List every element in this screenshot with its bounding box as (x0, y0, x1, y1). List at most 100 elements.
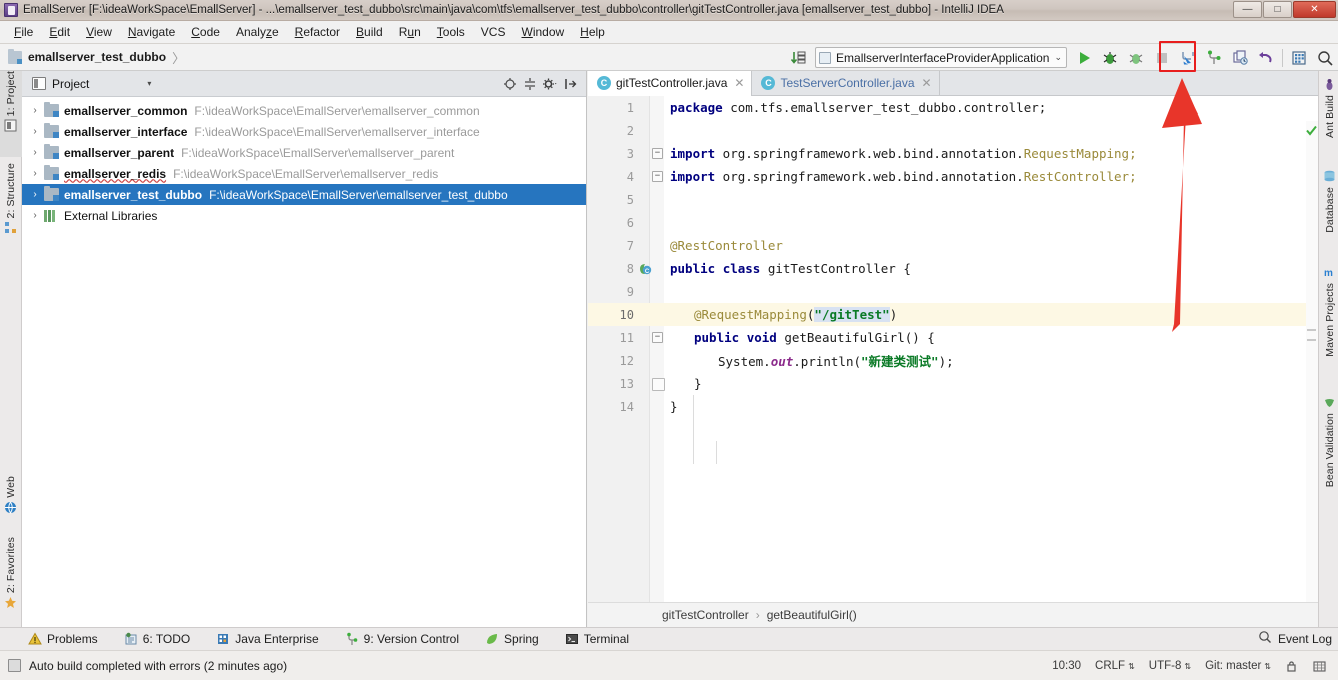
bottom-tab-version-control[interactable]: 9: Version Control (345, 632, 459, 646)
project-tree[interactable]: › emallserver_common F:\ideaWorkSpace\Em… (22, 97, 586, 226)
scroll-from-source-icon[interactable] (501, 75, 518, 92)
hide-panel-icon[interactable] (561, 75, 578, 92)
sidebar-item-favorites[interactable]: 2: Favorites (0, 537, 22, 627)
sidebar-item-database[interactable]: Database (1319, 167, 1338, 251)
chevron-right-icon[interactable]: › (28, 168, 42, 179)
code-editor[interactable]: 1 package com.tfs.emallserver_test_dubbo… (588, 96, 1318, 602)
caret-position-widget[interactable]: 10:30 (1045, 660, 1088, 672)
tree-row[interactable]: › emallserver_parent F:\ideaWorkSpace\Em… (22, 142, 586, 163)
menu-run[interactable]: Run (391, 23, 429, 41)
code-line[interactable]: 6 (588, 211, 1318, 234)
bottom-tab-java-enterprise[interactable]: Java Enterprise (216, 632, 318, 646)
event-log-button[interactable]: Event Log (1258, 627, 1332, 650)
menu-code[interactable]: Code (183, 23, 228, 41)
code-line[interactable]: 13 } (588, 372, 1318, 395)
tree-row[interactable]: › emallserver_interface F:\ideaWorkSpace… (22, 121, 586, 142)
run-configuration-selector[interactable]: EmallserverInterfaceProviderApplication … (815, 47, 1067, 68)
menu-analyze[interactable]: Analyze (228, 23, 287, 41)
bottom-tab-spring[interactable]: Spring (485, 632, 539, 646)
code-line[interactable]: 12 System.out.println("新建类测试"); (588, 349, 1318, 372)
menu-file[interactable]: File (6, 23, 41, 41)
build-status-icon[interactable] (8, 659, 21, 672)
collapse-all-icon[interactable] (521, 75, 538, 92)
update-project-icon[interactable] (1175, 46, 1201, 70)
close-icon[interactable]: ✕ (922, 77, 932, 89)
lock-icon[interactable] (1278, 659, 1305, 673)
file-encoding-widget[interactable]: UTF-8 ⇅ (1142, 660, 1198, 672)
tree-row[interactable]: › emallserver_redis F:\ideaWorkSpace\Ema… (22, 163, 586, 184)
chevron-down-icon[interactable]: ⌄ (1054, 52, 1062, 63)
menu-vcs[interactable]: VCS (473, 23, 514, 41)
code-line[interactable]: 4 − import org.springframework.web.bind.… (588, 165, 1318, 188)
sidebar-item-structure[interactable]: 2: Structure (0, 163, 22, 261)
chevron-right-icon[interactable]: › (28, 105, 42, 116)
tree-row-selected[interactable]: › emallserver_test_dubbo F:\ideaWorkSpac… (22, 184, 586, 205)
menu-refactor[interactable]: Refactor (287, 23, 348, 41)
compare-with-branch-icon[interactable] (1227, 46, 1253, 70)
close-icon[interactable]: ✕ (734, 77, 744, 89)
bottom-tab-terminal[interactable]: Terminal (565, 632, 629, 646)
code-line[interactable]: 3 − import org.springframework.web.bind.… (588, 142, 1318, 165)
bottom-tab-problems[interactable]: Problems (28, 632, 98, 646)
tree-row[interactable]: › emallserver_common F:\ideaWorkSpace\Em… (22, 100, 586, 121)
bottom-tab-todo[interactable]: 6: TODO (124, 632, 191, 646)
chevron-right-icon[interactable]: › (28, 210, 42, 221)
project-view-chevron-down-icon[interactable]: ▾ (147, 79, 151, 88)
search-everywhere-icon[interactable] (1312, 46, 1338, 70)
memory-indicator[interactable] (1305, 659, 1334, 674)
sidebar-item-ant-build[interactable]: Ant Build (1319, 75, 1338, 157)
code-line-current[interactable]: 10 @RequestMapping("/gitTest") (588, 303, 1318, 326)
sidebar-item-bean-validation[interactable]: Bean Validation (1319, 393, 1338, 515)
inspection-ok-icon[interactable] (1306, 124, 1317, 135)
fold-expand-icon[interactable] (652, 378, 663, 389)
sidebar-item-project[interactable]: 1: Project (0, 71, 22, 157)
run-icon[interactable] (1071, 46, 1097, 70)
settings-gear-icon[interactable] (541, 75, 558, 92)
minimize-button[interactable]: — (1233, 1, 1262, 18)
rollback-icon[interactable] (1253, 46, 1279, 70)
fold-collapse-icon[interactable]: − (652, 148, 663, 159)
code-line[interactable]: 5 (588, 188, 1318, 211)
navbar-breadcrumb[interactable]: emallserver_test_dubbo (28, 50, 166, 64)
code-line[interactable]: 7 @RestController (588, 234, 1318, 257)
code-line[interactable]: 9 (588, 280, 1318, 303)
sidebar-item-web[interactable]: Web (0, 476, 22, 530)
menu-edit[interactable]: Edit (41, 23, 78, 41)
settings-icon[interactable] (1286, 46, 1312, 70)
fold-collapse-icon[interactable]: − (652, 332, 663, 343)
git-branch-widget[interactable]: Git: master ⇅ (1198, 660, 1278, 672)
commit-icon[interactable] (1201, 46, 1227, 70)
stop-icon[interactable] (1149, 46, 1175, 70)
close-button[interactable]: ✕ (1293, 1, 1336, 18)
code-line[interactable]: 14 } (588, 395, 1318, 418)
debug-icon[interactable] (1097, 46, 1123, 70)
menu-navigate[interactable]: Navigate (120, 23, 183, 41)
code-line[interactable]: 11 − public void getBeautifulGirl() { (588, 326, 1318, 349)
code-line[interactable]: 2 (588, 119, 1318, 142)
menu-tools[interactable]: Tools (429, 23, 473, 41)
tree-row[interactable]: › External Libraries (22, 205, 586, 226)
breadcrumb-class[interactable]: gitTestController (662, 608, 749, 622)
menu-view[interactable]: View (78, 23, 120, 41)
sort-toggle-icon[interactable] (785, 46, 811, 70)
menu-help[interactable]: Help (572, 23, 613, 41)
tab-TestServerController[interactable]: C TestServerController.java ✕ (752, 71, 939, 95)
chevron-right-icon[interactable]: › (28, 126, 42, 137)
line-separator-widget[interactable]: CRLF ⇅ (1088, 660, 1142, 672)
editor-tab-bar: C gitTestController.java ✕ C TestServerC… (588, 71, 1318, 96)
menu-build[interactable]: Build (348, 23, 391, 41)
run-class-gutter-icon[interactable]: C (638, 262, 652, 276)
chevron-right-icon[interactable]: › (28, 189, 42, 200)
code-line[interactable]: 1 package com.tfs.emallserver_test_dubbo… (588, 96, 1318, 119)
breadcrumb-method[interactable]: getBeautifulGirl() (767, 608, 857, 622)
menu-window[interactable]: Window (513, 23, 572, 41)
sidebar-item-maven-projects[interactable]: m Maven Projects (1319, 263, 1338, 383)
window-controls[interactable]: — □ ✕ (1233, 1, 1336, 18)
run-coverage-icon[interactable] (1123, 46, 1149, 70)
maximize-button[interactable]: □ (1263, 1, 1292, 18)
editor-scrollbar[interactable] (1306, 121, 1318, 602)
fold-collapse-icon[interactable]: − (652, 171, 663, 182)
tab-gitTestController[interactable]: C gitTestController.java ✕ (588, 71, 752, 95)
chevron-right-icon[interactable]: › (28, 147, 42, 158)
code-line[interactable]: 8 C public class gitTestController { (588, 257, 1318, 280)
